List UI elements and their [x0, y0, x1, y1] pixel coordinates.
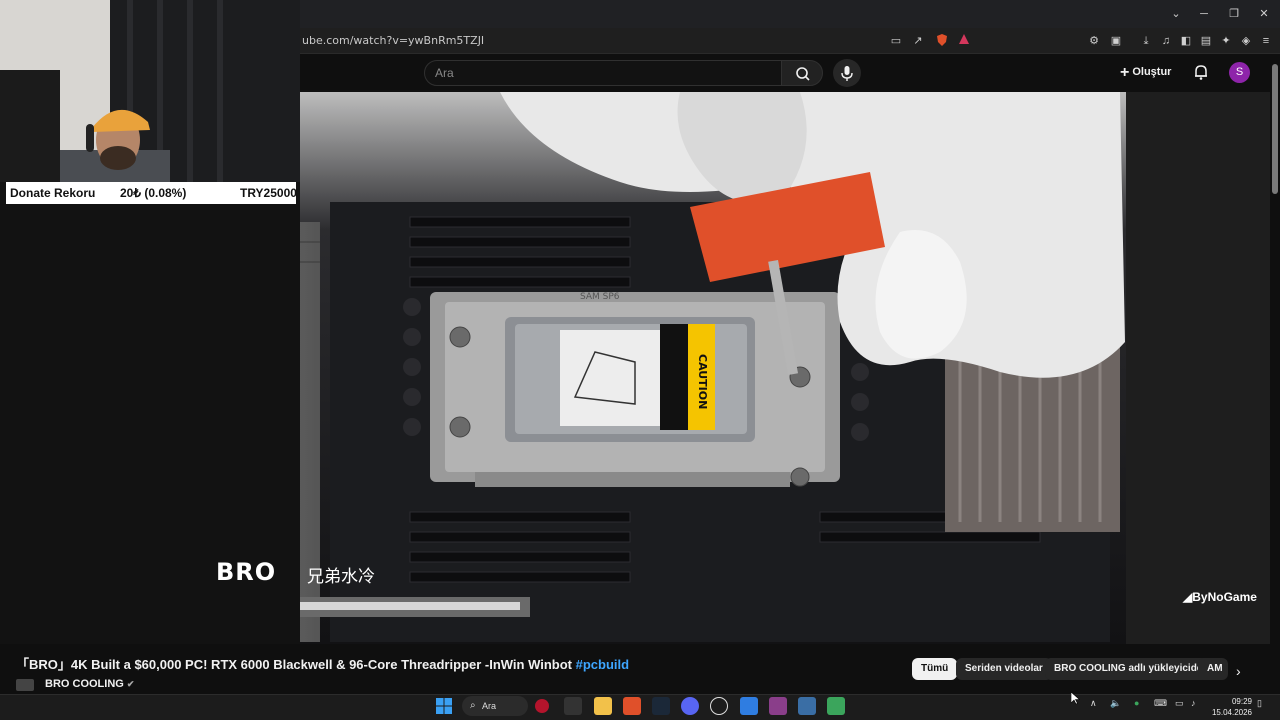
verified-icon: ✔	[126, 679, 135, 689]
bynogame-logo-icon: ◢	[1183, 590, 1193, 604]
search-input[interactable]: Ara	[424, 60, 782, 86]
bro-watermark-logo: BRO	[216, 558, 277, 586]
windows-start-icon[interactable]	[435, 697, 453, 715]
winrar-icon[interactable]	[769, 697, 787, 715]
clock-date: 15.04.2026	[1211, 708, 1252, 717]
notification-center-icon[interactable]: ▯	[1257, 698, 1262, 709]
chevron-right-icon[interactable]: ›	[1236, 663, 1241, 679]
extensions-icon[interactable]: ⚙	[1086, 33, 1102, 49]
brave-shield-icon[interactable]	[934, 33, 950, 49]
svg-text:CAUTION: CAUTION	[696, 354, 709, 409]
microphone-tray-icon[interactable]: ●	[1134, 698, 1139, 708]
chip-truncated[interactable]: AM	[1198, 658, 1228, 680]
voice-search-button[interactable]	[833, 59, 861, 87]
restore-icon[interactable]: ❐	[1226, 6, 1242, 22]
channel-name[interactable]: BRO COOLING ✔	[45, 678, 134, 690]
microphone-icon	[841, 66, 853, 81]
share-icon[interactable]: ↗	[910, 33, 926, 49]
tray-chevron-icon[interactable]: ∧	[1090, 698, 1097, 709]
app-icon-red[interactable]	[535, 699, 549, 713]
discord-icon[interactable]	[681, 697, 699, 715]
vpn-icon[interactable]: ◈	[1238, 33, 1254, 49]
chip-series[interactable]: Seriden videolar	[956, 658, 1052, 680]
chip-all[interactable]: Tümü	[912, 658, 958, 680]
bell-icon	[1195, 65, 1207, 80]
menu-icon[interactable]: ≡	[1258, 33, 1274, 49]
close-icon[interactable]: ✕	[1256, 6, 1272, 22]
download-icon[interactable]: ⤓	[1138, 33, 1154, 49]
hashtag-link[interactable]: #pcbuild	[576, 657, 629, 672]
donate-progress: 20₺ (0.08%)	[120, 186, 187, 200]
video-side-panel	[1126, 92, 1270, 644]
brave-rewards-icon[interactable]	[956, 33, 972, 49]
network-icon[interactable]: ▭	[1175, 698, 1184, 709]
video-player[interactable]: SAM SP6 CAUTION	[300, 92, 1126, 644]
donate-record-bar: Donate Rekoru 20₺ (0.08%) TRY25000	[6, 182, 297, 204]
clock-time: 09:29	[1231, 697, 1252, 706]
bro-watermark-chinese: 兄弟水冷	[307, 567, 375, 587]
channel-avatar[interactable]	[16, 679, 34, 691]
keyboard-icon[interactable]: ⌨	[1154, 698, 1167, 709]
search-icon	[796, 67, 810, 81]
video-title: 「BRO」4K Built a $60,000 PC! RTX 6000 Bla…	[16, 657, 630, 672]
create-button[interactable]: + Oluştur	[1120, 64, 1171, 82]
shield-app-icon[interactable]	[740, 697, 758, 715]
scrollbar-thumb[interactable]	[1272, 64, 1278, 194]
file-explorer-icon[interactable]	[594, 697, 612, 715]
brave-browser-icon[interactable]	[623, 697, 641, 715]
donate-label: Donate Rekoru	[10, 186, 96, 200]
video-frame: SAM SP6 CAUTION	[300, 92, 1126, 644]
speaker-icon[interactable]: 🔈	[1110, 698, 1121, 709]
leo-ai-icon[interactable]: ✦	[1218, 33, 1234, 49]
notifications-button[interactable]	[1192, 63, 1210, 81]
search-button[interactable]	[781, 60, 823, 86]
settings-gear-icon[interactable]	[798, 697, 816, 715]
search-icon: ⌕	[470, 700, 476, 711]
cast-icon[interactable]: ▭	[888, 33, 904, 49]
tab-search-icon[interactable]: ⌄	[1168, 6, 1184, 22]
steam-icon[interactable]	[652, 697, 670, 715]
bynogame-watermark: ◢ByNoGame	[1183, 590, 1257, 604]
plus-icon: +	[1120, 64, 1130, 81]
music-icon[interactable]: ♫	[1158, 33, 1174, 49]
epic-games-icon[interactable]	[564, 697, 582, 715]
account-avatar[interactable]: S	[1229, 62, 1250, 83]
svg-text:SAM SP6: SAM SP6	[580, 292, 620, 302]
taskbar-search[interactable]: ⌕ Ara	[462, 696, 528, 716]
reader-mode-icon[interactable]: ▣	[1108, 33, 1124, 49]
nvidia-app-icon[interactable]	[827, 697, 845, 715]
obs-icon[interactable]	[710, 697, 728, 715]
mouse-cursor-icon	[1070, 691, 1081, 710]
chip-uploader[interactable]: BRO COOLING adlı yükleyiciden	[1045, 658, 1218, 680]
donate-goal: TRY25000	[240, 186, 297, 200]
minimize-icon[interactable]: ─	[1196, 6, 1212, 22]
sidebar-icon[interactable]: ◧	[1178, 33, 1194, 49]
url-text[interactable]: ube.com/watch?v=ywBnRm5TZJI	[302, 34, 484, 47]
wallet-icon[interactable]: ▤	[1198, 33, 1214, 49]
webcam-overlay	[0, 0, 300, 182]
taskbar-clock[interactable]: 09:29 15.04.2026	[1208, 694, 1252, 718]
volume-icon[interactable]: ♪	[1191, 698, 1196, 708]
